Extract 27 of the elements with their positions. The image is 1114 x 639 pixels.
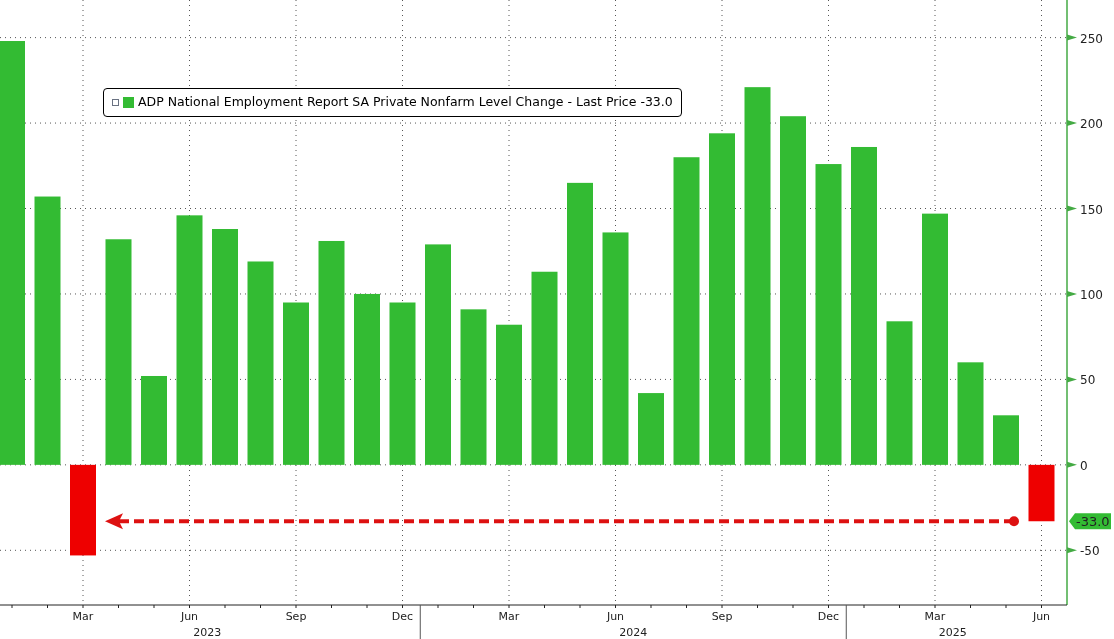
last-value-tag: -33.0 bbox=[1069, 513, 1111, 530]
x-tick-label: Jun bbox=[180, 610, 199, 623]
legend-text: ADP National Employment Report SA Private Nonfarm Level Change - Last Price -33.0 bbox=[138, 93, 673, 111]
x-tick-label: Jun bbox=[606, 610, 625, 623]
expand-icon[interactable] bbox=[112, 98, 119, 106]
y-tick-label: 100 bbox=[1080, 287, 1103, 302]
year-label: 2025 bbox=[938, 626, 967, 639]
x-tick-label: Jun bbox=[1032, 610, 1051, 623]
x-tick-label: Mar bbox=[498, 610, 520, 623]
bar bbox=[993, 415, 1019, 465]
x-tick-label: Dec bbox=[817, 610, 840, 623]
y-tick-label: 50 bbox=[1080, 373, 1096, 388]
legend-swatch bbox=[123, 96, 134, 108]
year-label: 2023 bbox=[193, 626, 222, 639]
y-tick-label: -50 bbox=[1080, 544, 1100, 559]
x-tick-label: Mar bbox=[924, 610, 946, 623]
x-tick-label: Mar bbox=[72, 610, 94, 623]
y-tick-label: 200 bbox=[1080, 117, 1103, 132]
x-tick-label: Sep bbox=[711, 610, 733, 623]
x-tick-label: Dec bbox=[391, 610, 414, 623]
y-tick-label: 0 bbox=[1080, 458, 1088, 473]
x-tick-label: Sep bbox=[285, 610, 307, 623]
year-label: 2024 bbox=[619, 626, 648, 639]
bar bbox=[1028, 464, 1055, 522]
y-tick-label: 150 bbox=[1080, 202, 1103, 217]
y-tick-label: 250 bbox=[1080, 31, 1103, 46]
bar bbox=[638, 393, 664, 465]
